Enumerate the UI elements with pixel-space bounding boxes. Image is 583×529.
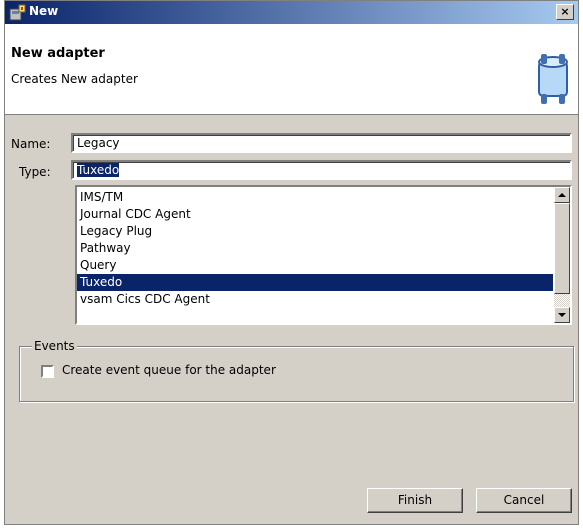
events-group-label: Events <box>32 339 77 353</box>
type-list-scrollbar[interactable] <box>554 187 570 323</box>
type-list-item[interactable]: Query <box>77 257 553 274</box>
scroll-down-button[interactable] <box>554 307 570 323</box>
create-event-queue-checkbox[interactable] <box>41 365 54 378</box>
type-list-items: IMS/TM Journal CDC Agent Legacy Plug Pathwa… <box>77 189 553 308</box>
finish-button[interactable]: Finish <box>367 488 463 513</box>
scroll-thumb[interactable] <box>554 203 570 294</box>
name-field[interactable]: Legacy <box>71 133 572 153</box>
type-field-value: Tuxedo <box>77 163 120 177</box>
arrow-up-icon <box>558 193 566 197</box>
window-title: New <box>29 4 59 18</box>
type-list-item[interactable]: IMS/TM <box>77 189 553 206</box>
banner-title: New adapter <box>11 46 105 61</box>
type-list-item[interactable]: vsam Cics CDC Agent <box>77 291 553 308</box>
new-adapter-dialog: New × New adapter Creates New adapter Na… <box>4 0 579 525</box>
banner-description: Creates New adapter <box>11 72 138 86</box>
type-field[interactable]: Tuxedo <box>71 160 572 180</box>
wizard-icon <box>9 4 26 21</box>
type-label: Type: <box>19 165 51 179</box>
wizard-banner: New adapter Creates New adapter <box>5 24 578 115</box>
title-bar[interactable]: New × <box>5 1 578 24</box>
cancel-button[interactable]: Cancel <box>476 488 572 513</box>
create-event-queue-label[interactable]: Create event queue for the adapter <box>62 363 276 377</box>
name-label: Name: <box>11 137 51 151</box>
adapter-icon <box>538 54 568 104</box>
arrow-down-icon <box>558 313 566 317</box>
type-list-item[interactable]: Tuxedo <box>77 274 553 291</box>
name-field-value: Legacy <box>77 136 120 150</box>
type-list-item[interactable]: Pathway <box>77 240 553 257</box>
type-list-item[interactable]: Legacy Plug <box>77 223 553 240</box>
close-button[interactable]: × <box>556 4 574 20</box>
scroll-up-button[interactable] <box>554 187 570 203</box>
events-group: Events Create event queue for the adapte… <box>19 339 574 402</box>
type-list-item[interactable]: Journal CDC Agent <box>77 206 553 223</box>
type-list[interactable]: IMS/TM Journal CDC Agent Legacy Plug Pathwa… <box>75 185 572 325</box>
